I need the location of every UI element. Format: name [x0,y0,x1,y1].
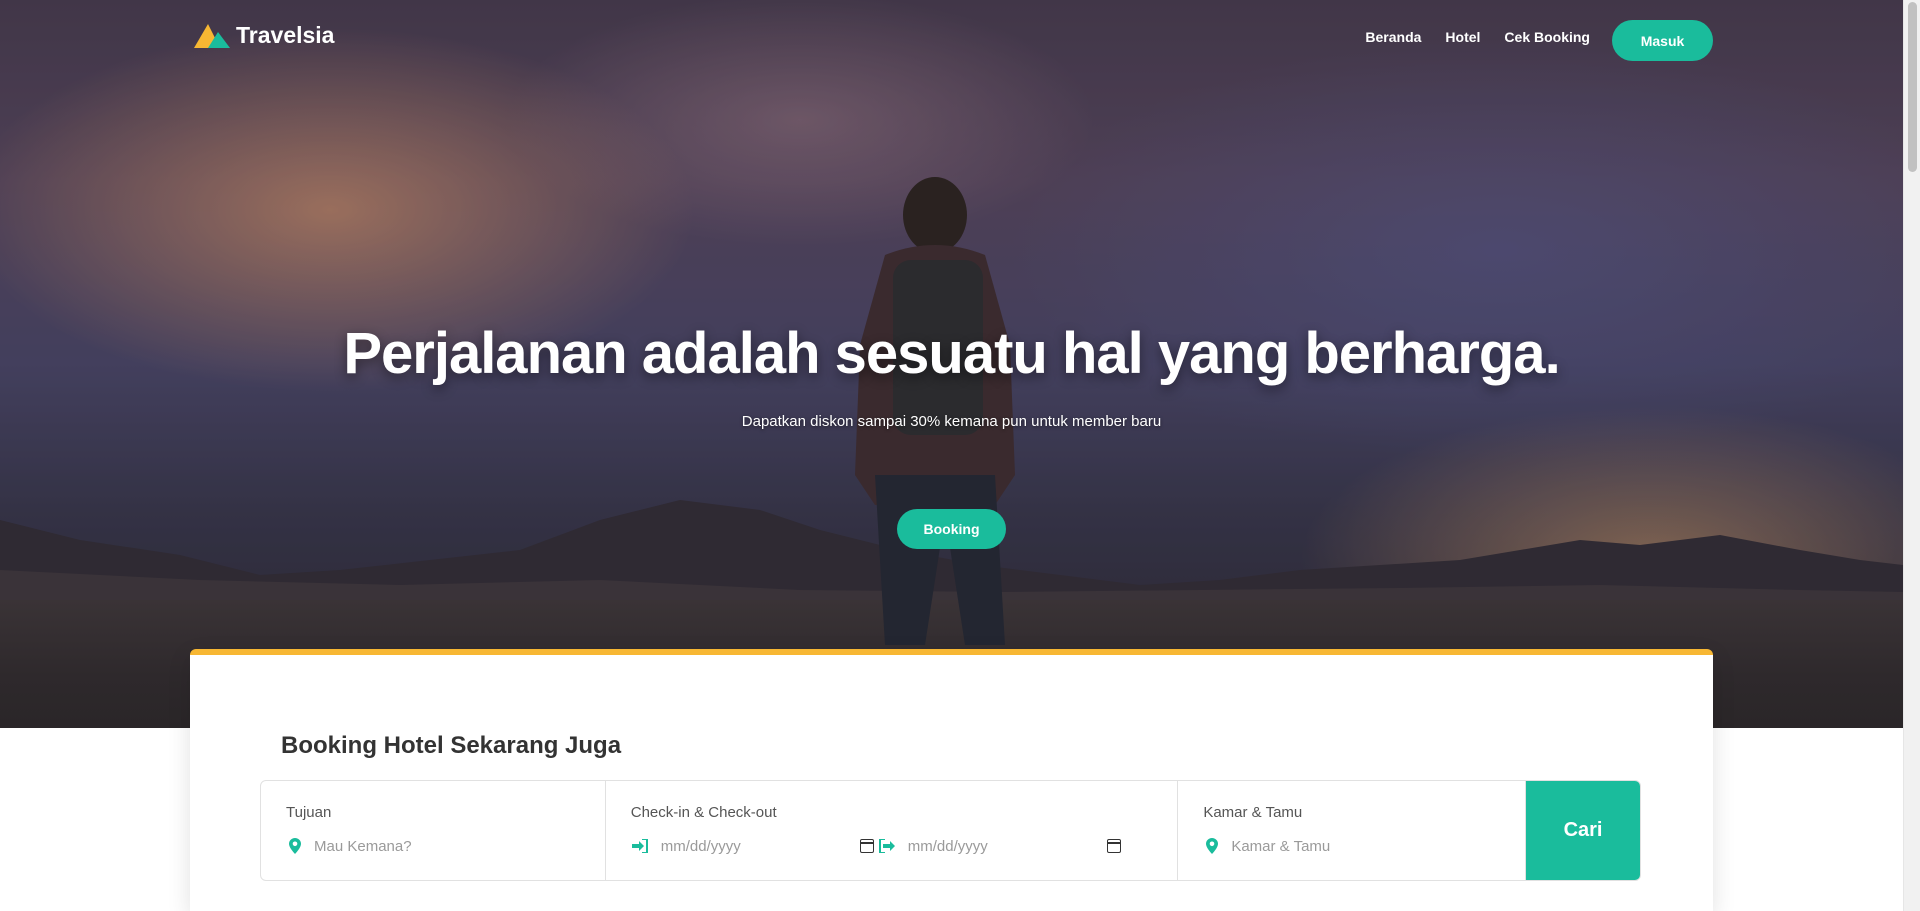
dates-label: Check-in & Check-out [630,804,777,821]
destination-field: Tujuan [261,781,606,880]
booking-card: Booking Hotel Sekarang Juga Tujuan Check… [190,649,1713,911]
destination-label: Tujuan [286,804,332,821]
nav-link-cek-booking[interactable]: Cek Booking [1504,29,1590,45]
guests-label: Kamar & Tamu [1203,804,1303,821]
booking-card-title: Booking Hotel Sekarang Juga [281,732,622,759]
hero-subtitle: Dapatkan diskon sampai 30% kemana pun un… [741,413,1162,430]
triangle-logo-icon [192,20,232,50]
booking-button[interactable]: Booking [897,509,1006,549]
hotel-search-bar: Tujuan Check-in & Check-out [260,780,1641,881]
checkout-input[interactable] [907,837,1103,855]
sign-out-icon [878,837,896,855]
logo[interactable]: Travelsia [192,20,334,50]
checkin-input[interactable] [660,837,856,855]
scrollbar-thumb[interactable] [1908,2,1917,172]
nav-link-hotel[interactable]: Hotel [1445,29,1480,45]
hero-content: Perjalanan adalah sesuatu hal yang berha… [0,320,1903,430]
guests-field: Kamar & Tamu [1178,781,1527,880]
login-button[interactable]: Masuk [1612,20,1713,61]
calendar-icon[interactable] [859,839,874,853]
guests-input[interactable] [1231,837,1492,855]
map-marker-icon [1203,837,1221,855]
page-scrollbar[interactable] [1903,0,1920,911]
nav-links: Beranda Hotel Cek Booking [1341,29,1590,45]
search-button[interactable]: Cari [1526,781,1640,880]
hero-title: Perjalanan adalah sesuatu hal yang berha… [343,321,1560,386]
nav-link-beranda[interactable]: Beranda [1365,29,1421,45]
dates-field: Check-in & Check-out [606,781,1179,880]
top-navbar: Travelsia Beranda Hotel Cek Booking Masu… [0,0,1903,82]
map-marker-icon [286,837,304,855]
sign-in-icon [631,837,649,855]
destination-input[interactable] [314,837,574,855]
calendar-icon[interactable] [1106,839,1121,853]
brand-name: Travelsia [236,21,335,48]
